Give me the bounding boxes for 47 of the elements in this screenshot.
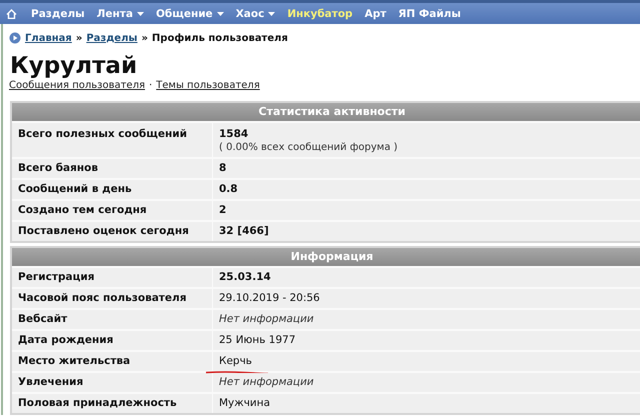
field-value: 2: [219, 204, 226, 216]
field-label: Создано тем сегодня: [12, 201, 212, 220]
field-label: Поставлено оценок сегодня: [12, 222, 212, 241]
field-label: Увлечения: [12, 373, 212, 392]
breadcrumb-link[interactable]: Разделы: [86, 32, 138, 44]
field-value: 0.8: [219, 183, 238, 195]
field-value: 25 Июнь 1977: [219, 334, 296, 346]
field-label: Всего баянов: [12, 159, 212, 178]
caret-icon: [268, 12, 276, 16]
field-value: Нет информации: [219, 313, 314, 325]
field-label: Половая принадлежность: [12, 394, 212, 413]
caret-icon: [216, 12, 224, 16]
field-label: Регистрация: [12, 268, 212, 287]
user-name: Курултай: [10, 53, 138, 79]
field-value: 32 [466]: [219, 225, 269, 237]
nav-link[interactable]: Хаос: [230, 8, 282, 20]
field-value: 8: [219, 162, 226, 174]
field-value: Нет информации: [219, 376, 314, 388]
caret-icon: [136, 12, 144, 16]
field-value: 1584: [219, 128, 248, 140]
field-value: 25.03.14: [219, 271, 271, 283]
field-label: Дата рождения: [12, 331, 212, 350]
breadcrumb-separator: »: [141, 32, 148, 44]
nav-link[interactable]: Лента: [90, 8, 150, 20]
nav-link[interactable]: Общение: [150, 8, 230, 20]
link-separator: ·: [148, 79, 152, 92]
section-header: Информация: [12, 248, 640, 266]
nav-link[interactable]: Арт: [358, 8, 392, 20]
field-label: Сообщений в день: [12, 180, 212, 199]
breadcrumb-link[interactable]: Главная: [25, 32, 72, 44]
section-header: Статистика активности: [12, 103, 640, 121]
profile-link[interactable]: Сообщения пользователя: [9, 79, 145, 92]
field-note: ( 0.00% всех сообщений форума ): [219, 141, 399, 154]
field-value: 29.10.2019 - 20:56: [219, 292, 320, 304]
breadcrumb-separator: »: [76, 32, 82, 44]
nav-link[interactable]: ЯП Файлы: [392, 8, 467, 20]
nav-link[interactable]: Инкубатор: [281, 8, 359, 20]
field-label: Всего полезных сообщений: [12, 123, 212, 157]
field-value: Мужчина: [219, 397, 270, 409]
nav-link[interactable]: Разделы: [25, 8, 91, 20]
field-value: Керчь: [219, 355, 252, 367]
field-label: Часовой пояс пользователя: [12, 289, 212, 308]
breadcrumb-current: Профиль пользователя: [152, 32, 288, 44]
field-label: Вебсайт: [12, 310, 212, 329]
profile-link[interactable]: Темы пользователя: [156, 79, 260, 92]
home-icon: [6, 8, 17, 18]
field-label: Место жительства: [12, 352, 212, 371]
